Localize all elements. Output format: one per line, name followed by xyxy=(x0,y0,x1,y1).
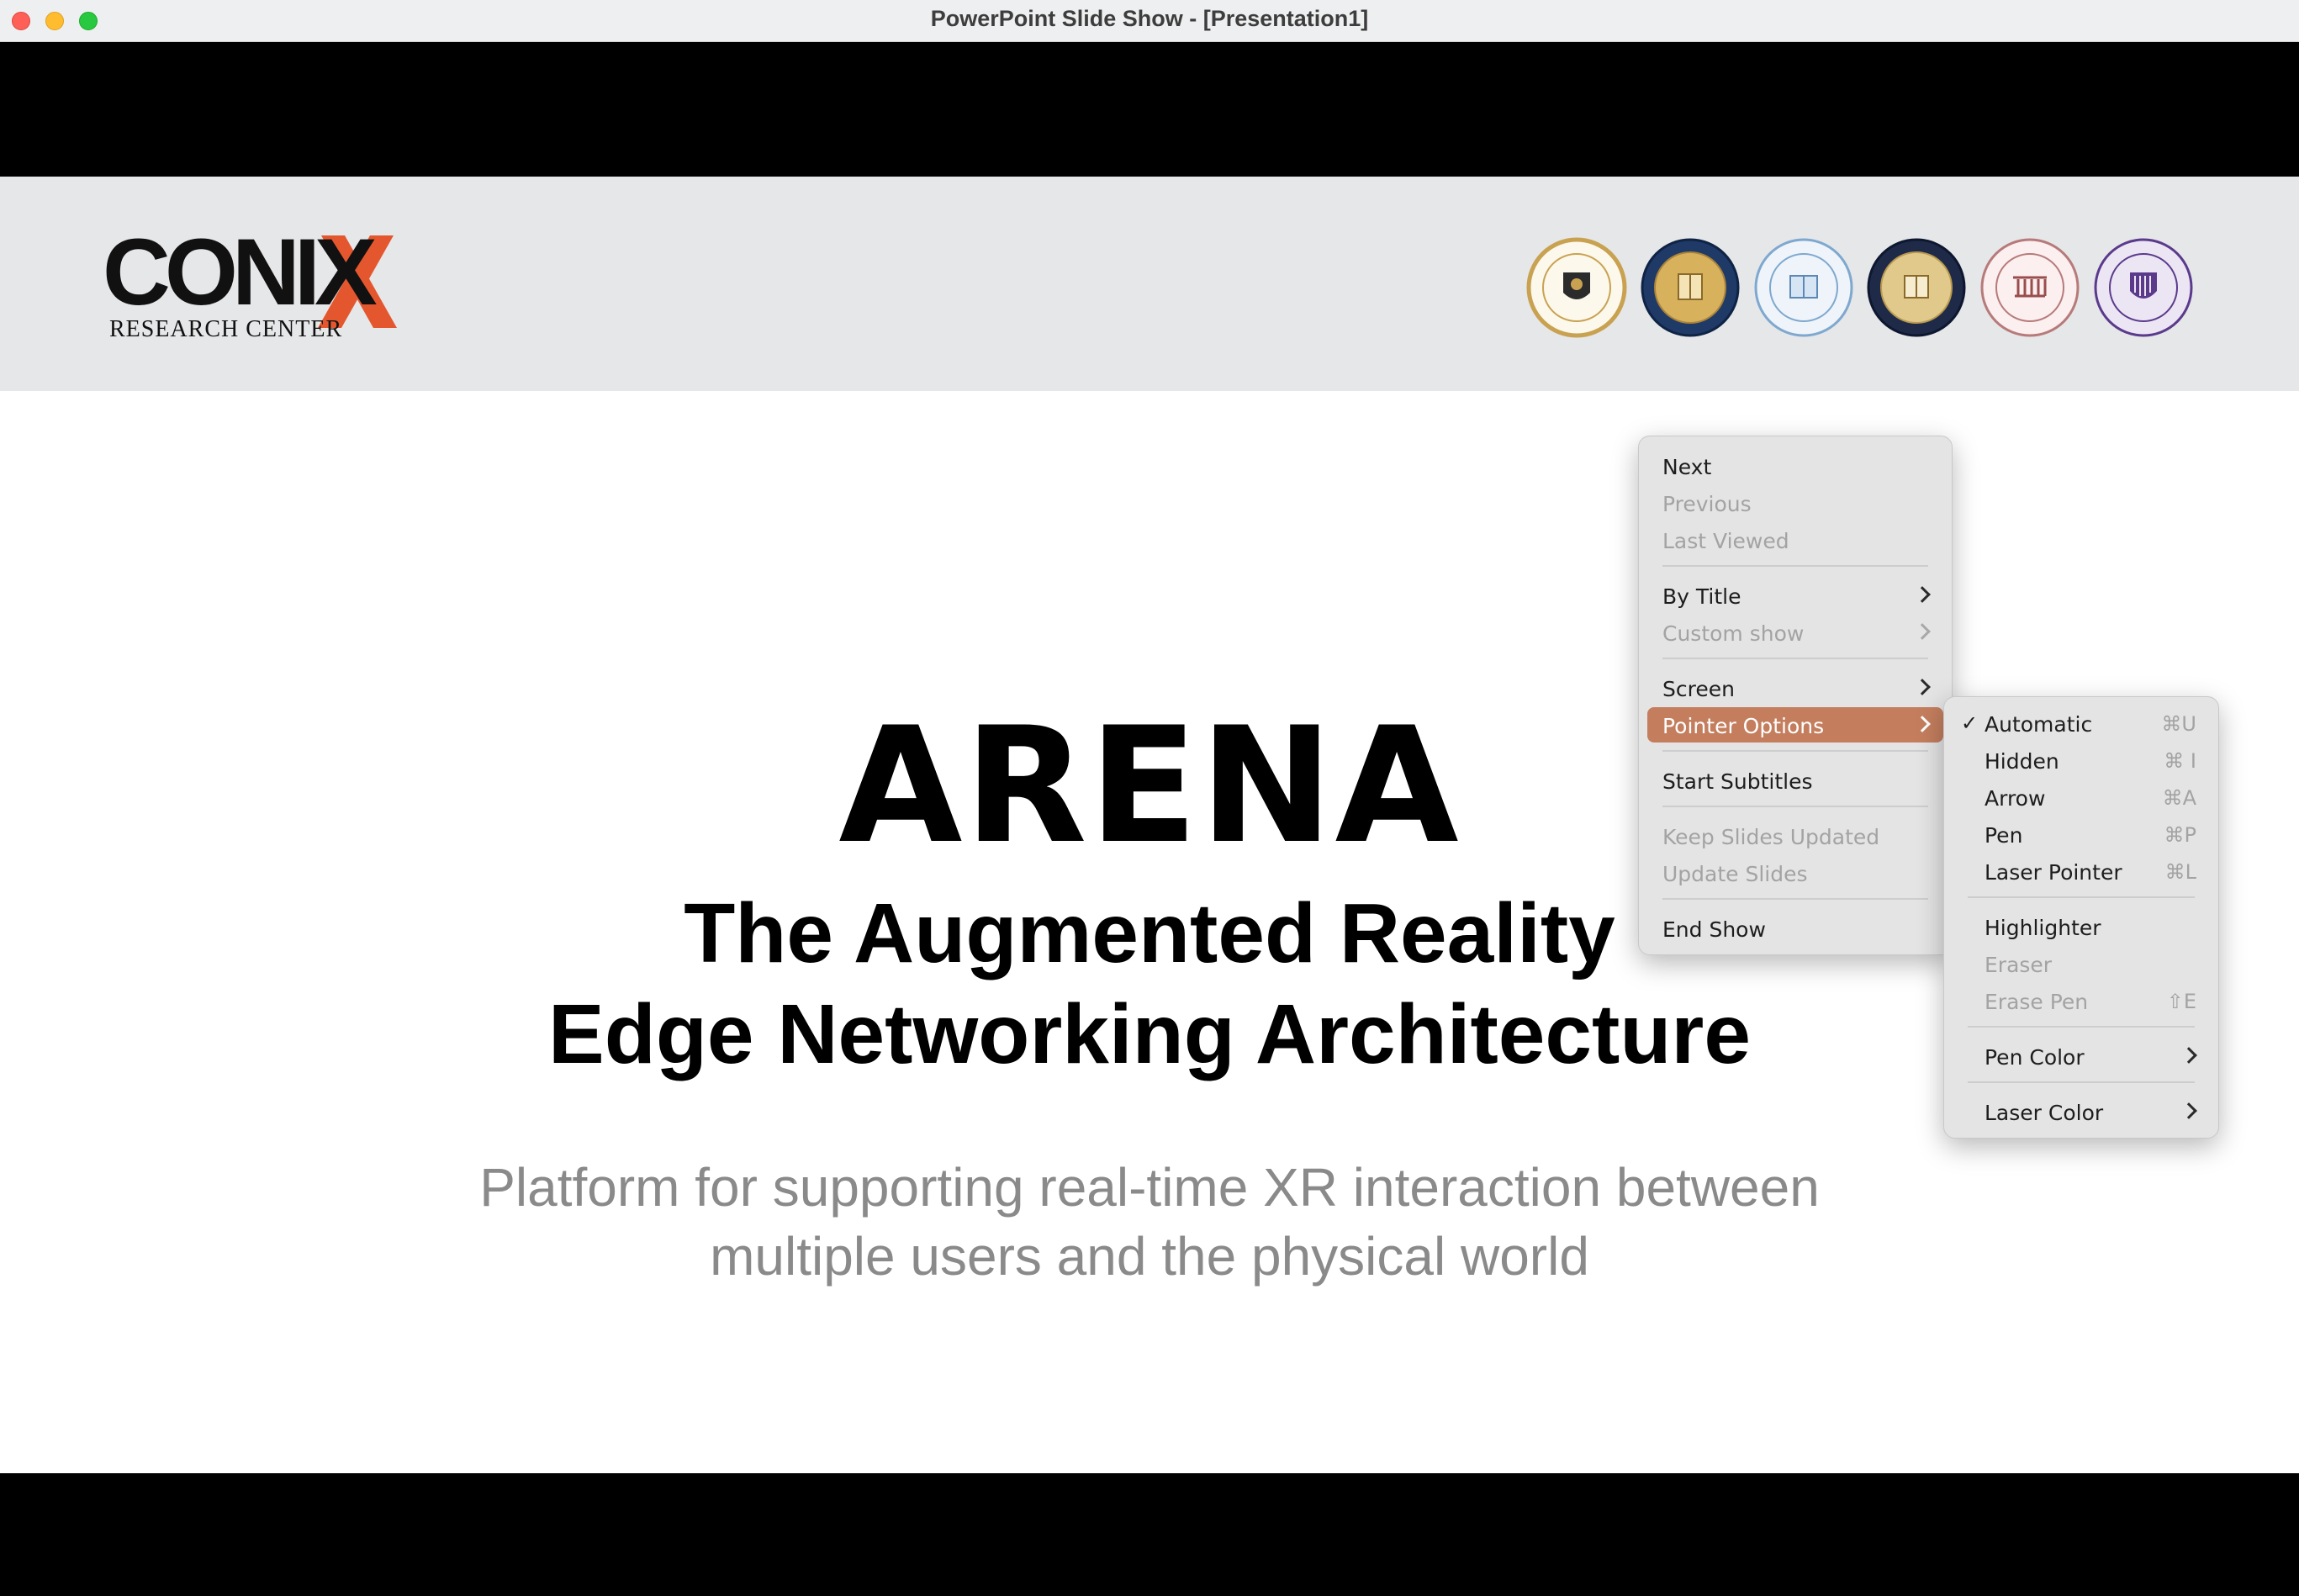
conix-wordmark: CONIX xyxy=(103,219,378,325)
window-titlebar: PowerPoint Slide Show - [Presentation1] xyxy=(0,0,2299,42)
menu-item-update-slides[interactable]: Update Slides xyxy=(1647,855,1943,890)
chevron-right-icon xyxy=(1914,716,1931,732)
submenu-item-erase-pen[interactable]: Erase Pen ⇧E xyxy=(1953,983,2210,1018)
menu-separator xyxy=(1662,658,1928,659)
slide-tagline-line-1: Platform for supporting real-time XR int… xyxy=(479,1157,1820,1218)
menu-separator xyxy=(1968,1026,2195,1028)
menu-item-last-viewed[interactable]: Last Viewed xyxy=(1647,522,1943,558)
menu-item-previous[interactable]: Previous xyxy=(1647,485,1943,521)
conix-logo-subtitle: RESEARCH CENTER xyxy=(109,316,343,342)
ucla-seal xyxy=(1754,238,1853,337)
submenu-item-arrow[interactable]: Arrow ⌘A xyxy=(1953,780,2210,815)
submenu-item-pen[interactable]: Pen ⌘P xyxy=(1953,816,2210,852)
submenu-item-hidden[interactable]: Hidden ⌘ I xyxy=(1953,743,2210,778)
slide-header-band: CONIX RESEARCH CENTER xyxy=(0,177,2299,391)
menu-separator xyxy=(1662,806,1928,807)
shortcut-label: ⇧E xyxy=(2166,990,2196,1013)
submenu-item-eraser[interactable]: Eraser xyxy=(1953,946,2210,981)
uc-san-diego-seal xyxy=(1867,238,1966,337)
menu-separator xyxy=(1662,750,1928,752)
shortcut-label: ⌘ I xyxy=(2164,749,2196,773)
shortcut-label: ⌘L xyxy=(2164,860,2196,884)
menu-item-by-title[interactable]: By Title xyxy=(1647,578,1943,613)
submenu-item-pen-color[interactable]: Pen Color xyxy=(1953,1038,2210,1074)
menu-item-pointer-options[interactable]: Pointer Options xyxy=(1647,707,1943,743)
shortcut-label: ⌘A xyxy=(2162,786,2196,810)
chevron-right-icon xyxy=(2180,1047,2197,1064)
university-of-washington-seal xyxy=(2094,238,2193,337)
menu-separator xyxy=(1968,896,2195,898)
checkmark-icon: ✓ xyxy=(1961,711,1979,735)
uc-berkeley-seal xyxy=(1641,238,1740,337)
menu-item-end-show[interactable]: End Show xyxy=(1647,911,1943,946)
menu-item-custom-show[interactable]: Custom show xyxy=(1647,615,1943,650)
menu-item-screen[interactable]: Screen xyxy=(1647,670,1943,706)
chevron-right-icon xyxy=(1914,586,1931,603)
menu-item-next[interactable]: Next xyxy=(1647,448,1943,484)
chevron-right-icon xyxy=(1914,623,1931,640)
chevron-right-icon xyxy=(2180,1102,2197,1119)
menu-separator xyxy=(1662,898,1928,900)
submenu-item-laser-color[interactable]: Laser Color xyxy=(1953,1094,2210,1129)
carnegie-mellon-university-seal xyxy=(1526,237,1627,338)
university-of-southern-california-seal xyxy=(1980,238,2080,337)
shortcut-label: ⌘U xyxy=(2161,712,2196,736)
menu-separator xyxy=(1662,565,1928,567)
menu-separator xyxy=(1968,1081,2195,1083)
window-title: PowerPoint Slide Show - [Presentation1] xyxy=(930,6,1369,31)
chevron-right-icon xyxy=(1914,679,1931,695)
menu-item-keep-slides-updated[interactable]: Keep Slides Updated xyxy=(1647,818,1943,853)
submenu-item-highlighter[interactable]: Highlighter xyxy=(1953,909,2210,944)
submenu-item-laser-pointer[interactable]: Laser Pointer ⌘L xyxy=(1953,853,2210,889)
menu-item-start-subtitles[interactable]: Start Subtitles xyxy=(1647,763,1943,798)
pointer-options-submenu: ✓ Automatic ⌘U Hidden ⌘ I Arrow ⌘A Pen ⌘P Las… xyxy=(1943,696,2219,1139)
slide-tagline-line-2: multiple users and the physical world xyxy=(710,1226,1589,1287)
submenu-item-automatic[interactable]: ✓ Automatic ⌘U xyxy=(1953,706,2210,741)
slide-show-context-menu: Next Previous Last Viewed By Title Custo… xyxy=(1638,436,1953,955)
shortcut-label: ⌘P xyxy=(2164,823,2196,847)
conix-logo: CONIX RESEARCH CENTER xyxy=(103,225,405,346)
